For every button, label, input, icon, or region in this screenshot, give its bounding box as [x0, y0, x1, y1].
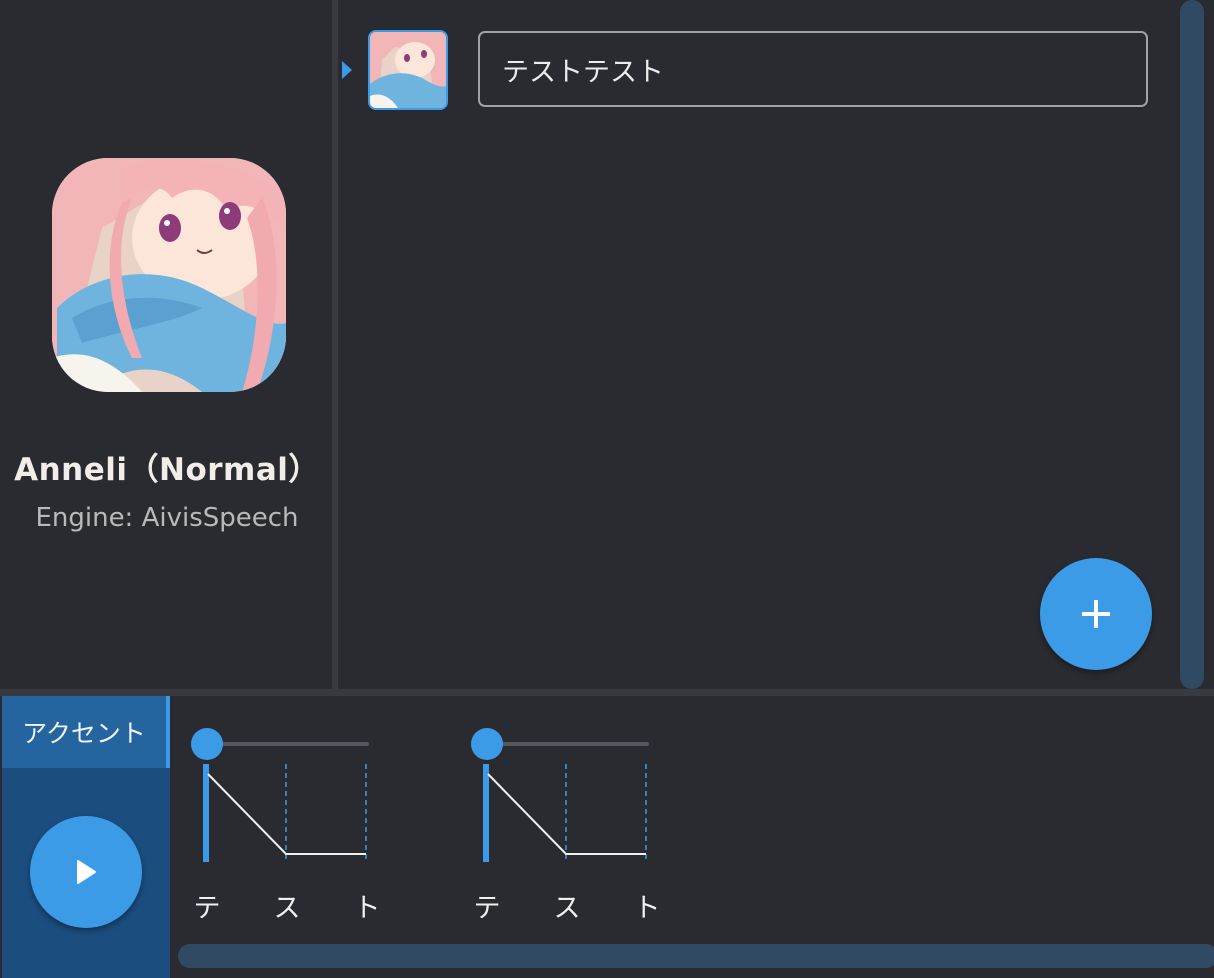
plus-icon: [1082, 600, 1110, 628]
detail-tab-sidebar: アクセント: [2, 696, 170, 978]
play-button[interactable]: [30, 816, 142, 928]
vertical-scrollbar[interactable]: [1180, 0, 1204, 689]
add-audio-cell-button[interactable]: [1040, 558, 1152, 670]
character-portrait-panel: Anneli（Normal） Engine: AivisSpeech: [2, 0, 332, 689]
active-row-indicator: [342, 61, 352, 79]
mora-label: ス: [553, 893, 581, 924]
accent-phrase: テ ス ト: [460, 696, 700, 936]
accent-phrase-list: テ ス ト テ ス ト: [170, 696, 1214, 978]
tab-accent[interactable]: アクセント: [2, 696, 170, 768]
speech-text-input[interactable]: [478, 31, 1148, 107]
character-name: Anneli（Normal）: [14, 452, 320, 488]
panel-splitter-horizontal[interactable]: [0, 689, 1214, 696]
mora-label: テ: [193, 893, 221, 924]
mora-label: ス: [273, 893, 301, 924]
horizontal-scrollbar[interactable]: [178, 944, 1214, 968]
pitch-line: [487, 773, 646, 855]
mora-label: ト: [633, 893, 661, 924]
engine-label: Engine: AivisSpeech: [35, 503, 299, 533]
accent-slider-thumb[interactable]: [471, 728, 503, 760]
accent-slider-thumb[interactable]: [191, 728, 223, 760]
app-window: Anneli（Normal） Engine: AivisSpeech テストテス…: [0, 0, 1214, 978]
play-icon: [77, 860, 96, 884]
mora-label: ト: [353, 893, 381, 924]
pitch-line: [207, 773, 366, 855]
audio-cell-list: [338, 0, 1214, 689]
character-portrait: [52, 158, 286, 392]
detail-pane: アクセント テ ス ト テ ス ト: [0, 696, 1214, 978]
mora-label: テ: [473, 893, 501, 924]
voice-select-avatar-button[interactable]: [368, 30, 448, 110]
accent-phrase: テ ス ト: [180, 696, 420, 936]
